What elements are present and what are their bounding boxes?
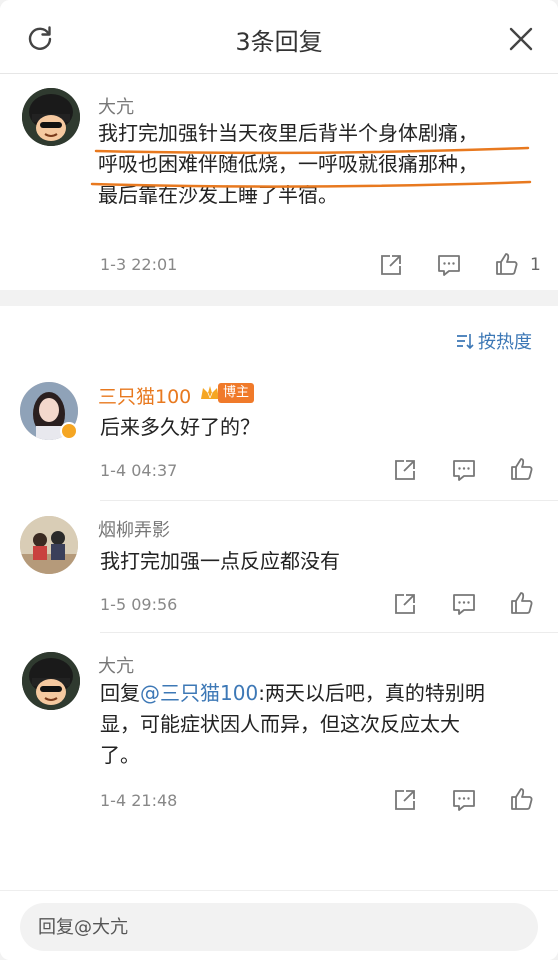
- reply-line: 显，可能症状因人而异，但这次反应太大: [100, 712, 460, 736]
- divider: [100, 500, 558, 501]
- share-icon[interactable]: [392, 787, 418, 813]
- comment-icon[interactable]: [436, 252, 462, 278]
- comment-icon[interactable]: [451, 457, 477, 483]
- reply-time: 1-4 04:37: [100, 461, 178, 480]
- divider: [100, 632, 558, 633]
- share-icon[interactable]: [392, 457, 418, 483]
- sort-icon: [457, 334, 474, 350]
- reply-time: 1-4 21:48: [100, 791, 178, 810]
- like-icon[interactable]: [494, 251, 520, 277]
- reply-line-rest: :两天以后吧，真的特别明: [258, 681, 485, 705]
- reply-time: 1-5 09:56: [100, 595, 178, 614]
- like-icon[interactable]: [509, 456, 535, 482]
- sort-by-hot-button[interactable]: 按热度: [456, 328, 532, 354]
- comment-time: 1-3 22:01: [100, 255, 178, 274]
- verified-badge-icon: [60, 422, 78, 440]
- like-icon[interactable]: [509, 786, 535, 812]
- underline-annotation: [90, 146, 532, 188]
- comment-icon[interactable]: [451, 787, 477, 813]
- reply-text: 我打完加强一点反应都没有: [100, 549, 340, 573]
- like-count: 1: [530, 255, 541, 275]
- reply-line: 回复@三只猫100:两天以后吧，真的特别明: [100, 678, 540, 709]
- like-icon[interactable]: [509, 590, 535, 616]
- share-icon[interactable]: [378, 252, 404, 278]
- reply-username[interactable]: 大亢: [98, 652, 134, 678]
- avatar[interactable]: [22, 652, 80, 710]
- reply-line: 了。: [100, 743, 140, 767]
- share-icon[interactable]: [392, 591, 418, 617]
- reply-text: 后来多久好了的？: [100, 415, 260, 439]
- comment-icon[interactable]: [451, 591, 477, 617]
- reply-text: 回复@三只猫100:两天以后吧，真的特别明 显，可能症状因人而异，但这次反应太大…: [100, 678, 540, 771]
- user-photo-icon: [20, 516, 78, 574]
- reply-username[interactable]: 三只猫100: [98, 382, 191, 409]
- svg-text:V: V: [208, 392, 213, 400]
- reply-input[interactable]: [20, 903, 538, 951]
- reply-footer: [0, 890, 558, 960]
- section-divider: [0, 290, 558, 306]
- level-badge-icon: V: [201, 386, 219, 400]
- reply-username[interactable]: 烟柳弄影: [98, 516, 170, 542]
- reply-prefix: 回复: [100, 681, 140, 705]
- reply-sheet: 3条回复 大亢 我打完加强针当天夜里后背半个身体剧痛， 呼吸也困难伴随低烧，一呼…: [0, 0, 558, 960]
- sort-label: 按热度: [478, 332, 532, 353]
- avatar[interactable]: [20, 516, 78, 574]
- soldier-avatar-icon: [22, 652, 80, 710]
- mention-link[interactable]: @三只猫100: [140, 681, 258, 705]
- blogger-badge: 博主: [218, 383, 255, 403]
